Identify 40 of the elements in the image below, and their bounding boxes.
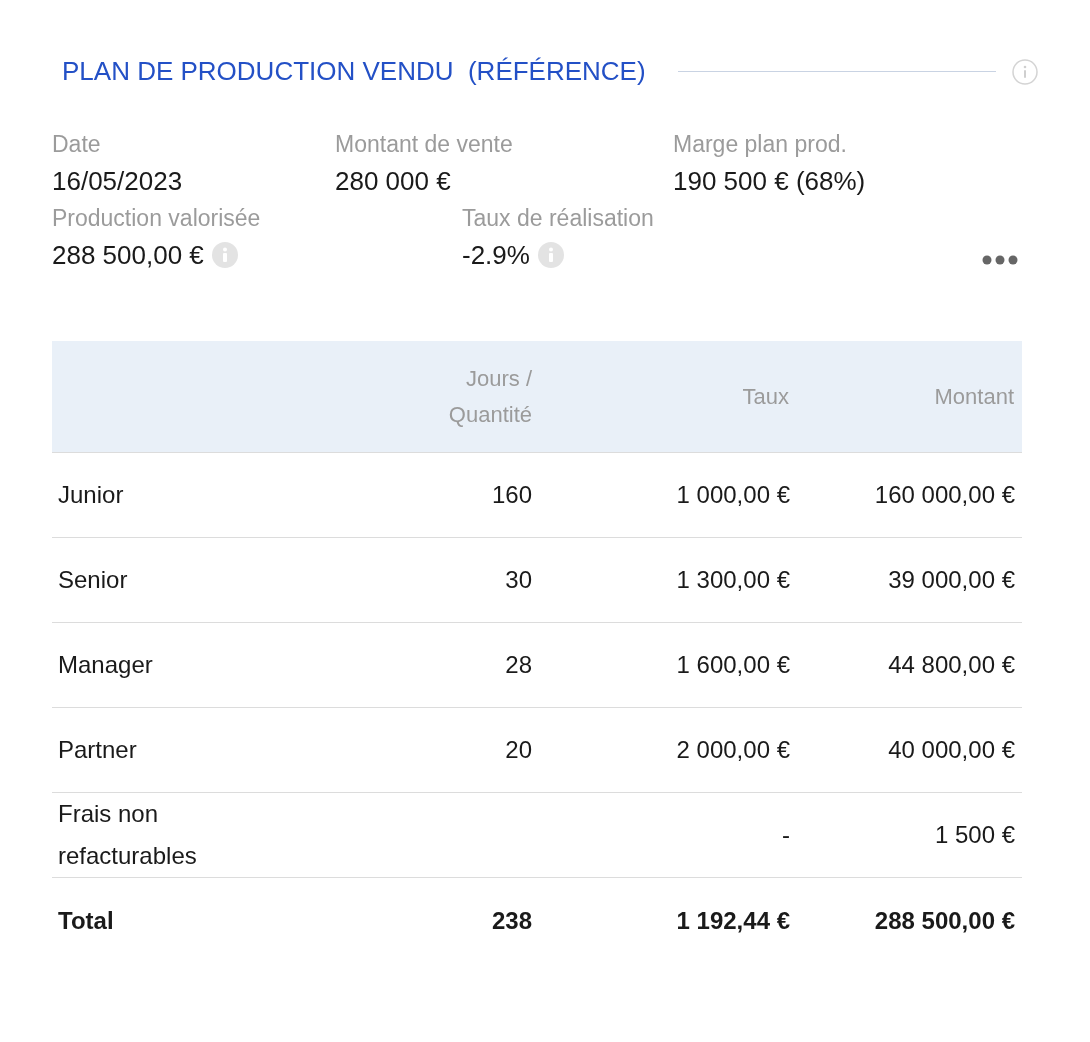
rate-cell: - xyxy=(782,821,790,848)
row-label: Senior xyxy=(58,565,129,595)
row-label: Partner xyxy=(58,735,138,765)
field-value: 16/05/2023 xyxy=(52,165,183,197)
field-value: 280 000 € xyxy=(335,165,451,197)
quantity-cell: 20 xyxy=(505,736,532,763)
row-label: Junior xyxy=(58,480,125,510)
more-icon xyxy=(982,255,1018,265)
amount-cell: 39 000,00 € xyxy=(888,566,1015,593)
amount-cell: 1 500 € xyxy=(934,821,1015,848)
rate-cell: 1 000,00 € xyxy=(676,481,790,508)
field-label: Date xyxy=(52,130,102,159)
info-icon xyxy=(211,242,238,268)
info-icon xyxy=(537,242,564,268)
amount-cell: 40 000,00 € xyxy=(888,736,1015,763)
column-header: Taux xyxy=(742,384,789,409)
column-header: Montant xyxy=(934,384,1014,409)
field-value: 190 500 € (68%) xyxy=(673,165,866,197)
field-label: Marge plan prod. xyxy=(673,130,848,159)
field-value: 288 500,00 € xyxy=(52,239,204,271)
section-title: PLAN DE PRODUCTION VENDU (RÉFÉRENCE) xyxy=(62,55,646,88)
field-label: Production valorisée xyxy=(52,204,262,233)
field-label: Taux de réalisation xyxy=(462,204,655,233)
amount-cell: 44 800,00 € xyxy=(888,651,1015,678)
quantity-cell: 238 xyxy=(491,906,532,934)
row-label: Manager xyxy=(58,650,154,680)
column-header: Jours / Quantité xyxy=(447,364,532,429)
amount-cell: 288 500,00 € xyxy=(874,906,1015,934)
rate-cell: 1 600,00 € xyxy=(676,651,790,678)
rate-cell: 2 000,00 € xyxy=(676,736,790,763)
field-label: Montant de vente xyxy=(335,130,514,159)
quantity-cell: 30 xyxy=(505,566,532,593)
rate-cell: 1 192,44 € xyxy=(676,906,790,934)
quantity-cell: 28 xyxy=(505,651,532,678)
row-label: Frais non refacturables xyxy=(58,799,198,871)
row-label: Total xyxy=(58,905,115,936)
rate-cell: 1 300,00 € xyxy=(676,566,790,593)
quantity-cell: 160 xyxy=(491,481,532,508)
amount-cell: 160 000,00 € xyxy=(874,481,1015,508)
field-value: -2.9% xyxy=(462,239,530,271)
